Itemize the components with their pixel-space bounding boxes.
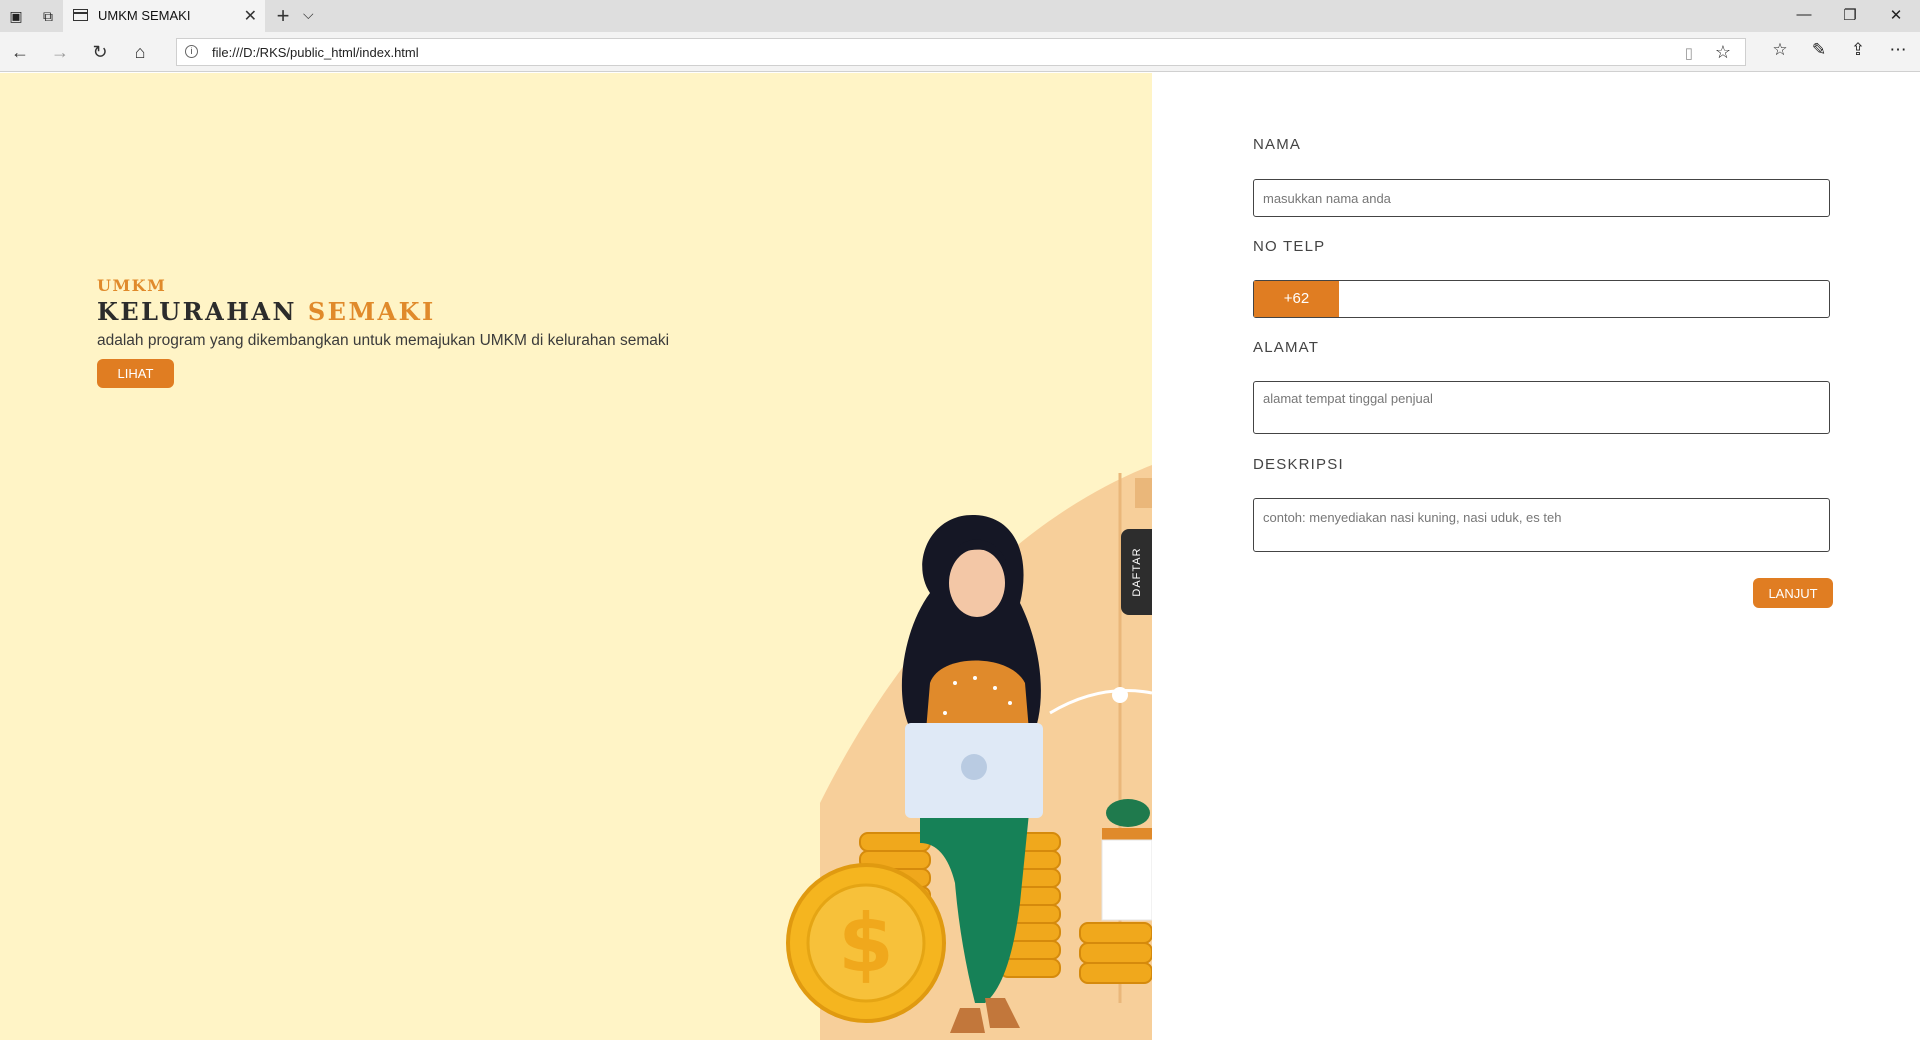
telp-label: NO TELP: [1253, 238, 1326, 255]
nama-label: NAMA: [1253, 136, 1302, 153]
alamat-placeholder: alamat tempat tinggal penjual: [1263, 391, 1433, 406]
share-icon[interactable]: ⇪: [1846, 40, 1870, 60]
pen-icon[interactable]: ✎: [1807, 40, 1831, 60]
telp-input[interactable]: +62: [1253, 280, 1830, 318]
deskripsi-label: DESKRIPSI: [1253, 456, 1344, 473]
tab-title: UMKM SEMAKI: [98, 8, 191, 23]
minimize-icon[interactable]: —: [1792, 6, 1816, 23]
more-icon[interactable]: ⋯: [1886, 40, 1910, 60]
set-aside-icon[interactable]: ⧉: [38, 6, 58, 26]
browser-titlebar: ▣ ⧉ UMKM SEMAKI ✕ + ⌵ — ❐ ✕: [0, 0, 1920, 32]
forward-arrow-icon[interactable]: →: [48, 41, 72, 63]
url-text[interactable]: file:///D:/RKS/public_html/index.html: [212, 45, 419, 60]
lihat-button[interactable]: LIHAT: [97, 359, 174, 388]
hero-title: KELURAHAN SEMAKI: [97, 297, 669, 326]
chevron-down-icon[interactable]: ⌵: [303, 6, 314, 23]
refresh-icon[interactable]: ↻: [88, 41, 112, 63]
hero-section: UMKM KELURAHAN SEMAKI adalah program yan…: [0, 73, 1152, 1040]
favorites-list-icon[interactable]: ☆: [1768, 40, 1792, 60]
address-bar: ← → ↻ ⌂ i file:///D:/RKS/public_html/ind…: [0, 32, 1920, 72]
phone-prefix: +62: [1254, 281, 1339, 317]
page-content: UMKM KELURAHAN SEMAKI adalah program yan…: [0, 73, 1920, 1040]
hero-title-main: KELURAHAN: [97, 297, 297, 326]
woman-with-laptop-coins-illustration: $: [786, 465, 1152, 1040]
url-input[interactable]: i file:///D:/RKS/public_html/index.html …: [176, 38, 1746, 66]
registration-form: NAMA masukkan nama anda NO TELP +62 ALAM…: [1152, 73, 1920, 1040]
deskripsi-placeholder: contoh: menyediakan nasi kuning, nasi ud…: [1263, 510, 1562, 525]
deskripsi-textarea[interactable]: contoh: menyediakan nasi kuning, nasi ud…: [1253, 498, 1830, 552]
hero-text: UMKM KELURAHAN SEMAKI adalah program yan…: [97, 276, 669, 388]
alamat-textarea[interactable]: alamat tempat tinggal penjual: [1253, 381, 1830, 434]
window-close-icon[interactable]: ✕: [1884, 6, 1908, 24]
star-icon[interactable]: ☆: [1715, 42, 1731, 63]
page-icon: [73, 9, 88, 21]
nama-placeholder: masukkan nama anda: [1263, 191, 1391, 206]
tab-actions-icon[interactable]: ▣: [6, 6, 26, 26]
info-icon[interactable]: i: [185, 45, 198, 58]
close-icon[interactable]: ✕: [244, 6, 257, 26]
svg-text:$: $: [838, 897, 894, 990]
back-arrow-icon[interactable]: ←: [8, 41, 32, 63]
lanjut-button[interactable]: LANJUT: [1753, 578, 1833, 608]
hero-description: adalah program yang dikembangkan untuk m…: [97, 332, 670, 349]
daftar-side-tab[interactable]: DAFTAR: [1121, 529, 1152, 615]
hero-kicker: UMKM: [97, 276, 167, 295]
home-icon[interactable]: ⌂: [128, 41, 152, 63]
restore-icon[interactable]: ❐: [1838, 6, 1862, 24]
reading-view-icon[interactable]: ▯: [1685, 44, 1693, 62]
nama-input[interactable]: masukkan nama anda: [1253, 179, 1830, 217]
plus-icon[interactable]: +: [272, 3, 294, 29]
daftar-label: DAFTAR: [1130, 547, 1143, 597]
browser-tab[interactable]: UMKM SEMAKI ✕: [63, 0, 265, 32]
hero-title-accent: SEMAKI: [307, 297, 436, 326]
alamat-label: ALAMAT: [1253, 339, 1320, 356]
